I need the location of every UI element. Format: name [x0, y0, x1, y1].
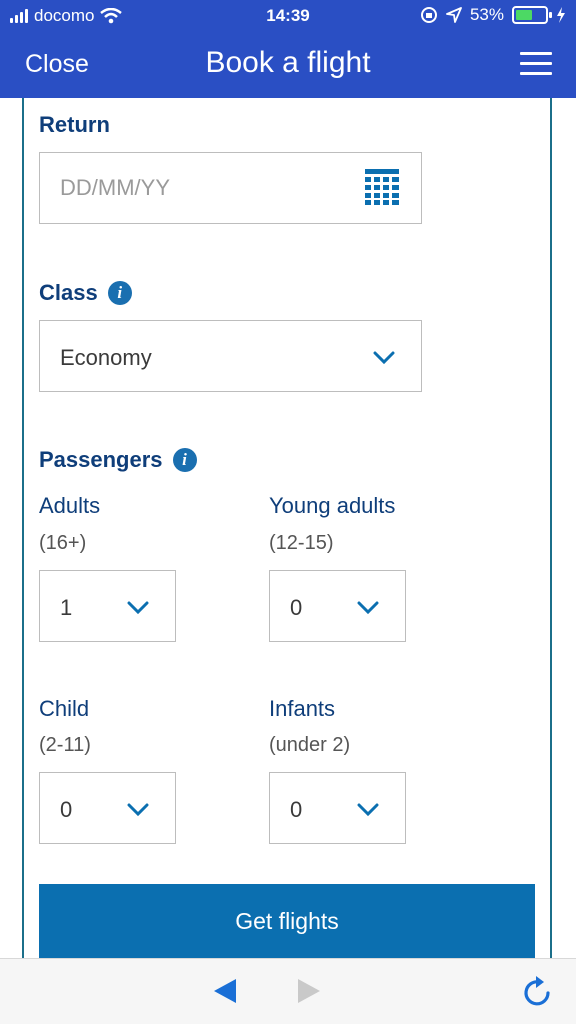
- location-icon: [446, 7, 462, 23]
- passengers-info-icon[interactable]: i: [172, 448, 197, 472]
- adults-select-value: 1: [60, 595, 73, 620]
- infants-range: (under 2): [269, 734, 351, 756]
- return-date-placeholder: DD/MM/YY: [60, 175, 170, 200]
- infants-select-value: 0: [290, 797, 303, 822]
- app-header: Close Book a flight: [0, 32, 576, 98]
- class-info-icon[interactable]: i: [107, 281, 132, 305]
- status-bar: docomo 14:39 53%: [0, 0, 576, 32]
- young-adults-label: Young adults: [269, 493, 396, 518]
- hamburger-menu-icon[interactable]: [520, 52, 552, 76]
- class-select-value: Economy: [60, 345, 152, 370]
- charging-icon: [557, 7, 565, 23]
- infants-label: Infants: [269, 696, 336, 721]
- chevron-down-icon: [127, 803, 149, 817]
- adults-range: (16+): [39, 532, 87, 554]
- chevron-down-icon: [357, 803, 379, 817]
- chevron-down-icon: [357, 601, 379, 615]
- orientation-lock-icon: [420, 7, 437, 23]
- chevron-down-icon: [373, 351, 395, 365]
- passengers-label: Passengers i: [39, 447, 197, 473]
- young-adults-select-value: 0: [290, 595, 303, 620]
- infants-select[interactable]: 0: [269, 772, 406, 844]
- child-label: Child: [39, 696, 90, 721]
- top-bar: docomo 14:39 53% Close Book a flight: [0, 0, 576, 98]
- battery-percent: 53%: [469, 5, 504, 24]
- return-label: Return: [39, 112, 110, 137]
- child-select[interactable]: 0: [39, 772, 176, 844]
- chevron-down-icon: [127, 601, 149, 615]
- battery-icon: [512, 6, 552, 24]
- young-adults-select[interactable]: 0: [269, 570, 406, 642]
- back-arrow-icon[interactable]: [212, 977, 238, 1005]
- browser-toolbar: [0, 958, 576, 1024]
- young-adults-range: (12-15): [269, 532, 334, 554]
- adults-label: Adults: [39, 493, 101, 518]
- return-date-input[interactable]: DD/MM/YY: [39, 152, 422, 224]
- page-title: Book a flight: [205, 46, 371, 79]
- get-flights-button[interactable]: Get flights: [39, 884, 535, 958]
- child-select-value: 0: [60, 797, 73, 822]
- class-label: Class i: [39, 280, 132, 306]
- adults-select[interactable]: 1: [39, 570, 176, 642]
- child-range: (2-11): [39, 734, 91, 756]
- class-select[interactable]: Economy: [39, 320, 422, 392]
- forward-arrow-icon[interactable]: [296, 977, 322, 1005]
- get-flights-label: Get flights: [235, 907, 339, 934]
- calendar-icon[interactable]: [365, 169, 399, 205]
- reload-icon[interactable]: [522, 973, 554, 1009]
